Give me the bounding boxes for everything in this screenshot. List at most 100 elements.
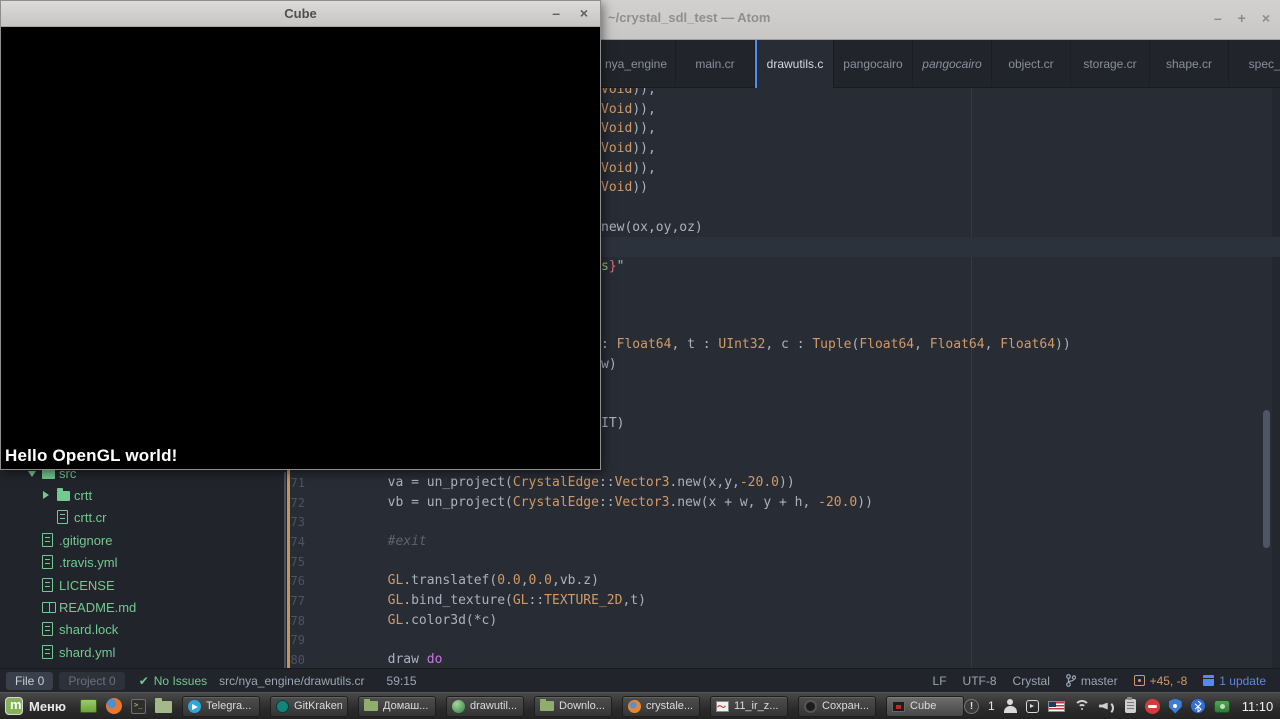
user-applet-icon[interactable]: [1003, 699, 1017, 713]
code-line-79[interactable]: 79: [287, 630, 1280, 650]
code-line-80[interactable]: 80 draw do: [287, 650, 1280, 668]
taskbar-button-Сохран[interactable]: Сохран...: [798, 695, 877, 717]
notification-icon[interactable]: !: [964, 698, 980, 714]
code-line-71[interactable]: 71 va = un_project(CrystalEdge::Vector3.n…: [287, 473, 1280, 493]
taskbar-button-GitKraken[interactable]: GitKraken: [270, 695, 349, 717]
linter-project-tab[interactable]: Project 0: [59, 671, 125, 690]
tree-item-.gitignore[interactable]: .gitignore: [0, 530, 287, 552]
file-icon: [57, 510, 68, 525]
linter-file-tab[interactable]: File 0: [6, 671, 54, 690]
taskbar-button-Cube[interactable]: Cube: [886, 695, 965, 717]
volume-icon[interactable]: [1099, 700, 1116, 715]
linter-status[interactable]: ✔ No Issues: [139, 674, 207, 688]
taskbar-button-Downlo[interactable]: Downlo...: [534, 695, 613, 717]
code-line-72[interactable]: 72 vb = un_project(CrystalEdge::Vector3.n…: [287, 493, 1280, 513]
tab-pangocairo[interactable]: pangocairo: [834, 40, 913, 88]
tree-item-LICENSE[interactable]: LICENSE: [0, 575, 287, 597]
tab-storage.cr[interactable]: storage.cr: [1071, 40, 1150, 88]
shield-icon[interactable]: [1168, 698, 1182, 714]
clock[interactable]: 11:10: [1242, 699, 1274, 714]
package-updates[interactable]: 1 update: [1203, 674, 1266, 688]
code-line-77[interactable]: 77 GL.bind_texture(GL::TEXTURE_2D,t): [287, 591, 1280, 611]
show-desktop-icon[interactable]: [80, 699, 98, 713]
menu-label: Меню: [29, 698, 67, 714]
tree-item-label: crtt.cr: [74, 510, 107, 526]
code-text: vb = un_project(CrystalEdge::Vector3.new…: [387, 494, 873, 510]
opengl-viewport[interactable]: Hello OpenGL world!: [1, 27, 600, 469]
tab-spec_h[interactable]: spec_h: [1229, 40, 1280, 88]
tab-pangocairo[interactable]: pangocairo: [913, 40, 992, 88]
code-text: GL.color3d(*c): [387, 612, 498, 628]
clipboard-icon[interactable]: [1124, 697, 1136, 713]
line-number: 80: [290, 652, 305, 667]
firefox-icon[interactable]: [106, 698, 123, 714]
cursor-position[interactable]: 59:15: [387, 674, 417, 688]
tree-item-crtt.cr[interactable]: crtt.cr: [0, 507, 287, 529]
atom-close-button[interactable]: ×: [1262, 9, 1270, 27]
terminal-icon[interactable]: [131, 698, 147, 714]
device-applet-icon[interactable]: [1025, 699, 1039, 713]
telegram-icon: [188, 699, 202, 713]
files-icon[interactable]: [155, 698, 173, 713]
taskbar-button-Telegra[interactable]: Telegra...: [182, 695, 261, 717]
taskbar-button-11_ir_z[interactable]: 11_ir_z...: [710, 695, 789, 717]
line-number: 71: [290, 476, 305, 490]
tree-item-shard.yml[interactable]: shard.yml: [0, 642, 287, 664]
code-line-73[interactable]: 73: [287, 512, 1280, 532]
file-path[interactable]: src/nya_engine/drawutils.cr: [219, 674, 364, 688]
tab-drawutils.c[interactable]: drawutils.c: [755, 40, 834, 88]
menu-button[interactable]: Меню: [0, 693, 74, 719]
tab-object.cr[interactable]: object.cr: [992, 40, 1071, 88]
taskbar-button-label: 11_ir_z...: [734, 700, 779, 712]
grammar-indicator[interactable]: Crystal: [1013, 674, 1050, 688]
atom-minimize-button[interactable]: –: [1214, 9, 1222, 27]
code-line-76[interactable]: 76 GL.translatef(0.0,0.0,vb.z): [287, 571, 1280, 591]
check-icon: ✔: [138, 673, 149, 688]
image-icon: [716, 700, 730, 713]
tab-main.cr[interactable]: main.cr: [676, 40, 755, 88]
atom-window-title: ~/crystal_sdl_test — Atom: [608, 10, 771, 25]
tree-item-label: crtt: [74, 488, 93, 503]
code-text: : Float64, t : UInt32, c : Tuple(Float64…: [601, 337, 1071, 353]
cube-titlebar[interactable]: Cube – ×: [1, 1, 600, 27]
code-line-74[interactable]: 74 #exit: [287, 532, 1280, 552]
quick-launch: [80, 698, 173, 714]
opengl-message: Hello OpenGL world!: [5, 446, 178, 465]
chevron-right-icon[interactable]: [43, 491, 49, 499]
tree-item-crtt[interactable]: crtt: [0, 485, 287, 507]
diff-icon: [1133, 675, 1145, 686]
git-diff-counts[interactable]: +45, -8: [1133, 674, 1187, 688]
tree-item-label: README.md: [59, 600, 137, 615]
code-text: w): [601, 357, 617, 373]
tab-nya_engine[interactable]: nya_engine: [597, 40, 676, 88]
cube-window: Cube – × Hello OpenGL world!: [0, 0, 601, 470]
taskbar-button-Домаш[interactable]: Домаш...: [358, 695, 437, 717]
tab-shape.cr[interactable]: shape.cr: [1150, 40, 1229, 88]
code-text: Void)),: [601, 121, 656, 137]
cube-window-title: Cube: [284, 6, 317, 21]
tree-item-label: shard.yml: [59, 644, 116, 660]
taskbar-button-drawutil[interactable]: drawutil...: [446, 695, 525, 717]
code-line-75[interactable]: 75: [287, 552, 1280, 572]
keyboard-layout-us-icon[interactable]: [1047, 700, 1065, 712]
code-text: new(ox,oy,oz): [601, 219, 703, 235]
git-branch[interactable]: master: [1065, 674, 1118, 688]
tree-item-.travis.yml[interactable]: .travis.yml: [0, 552, 287, 574]
chevron-down-icon[interactable]: [28, 470, 36, 477]
sync-applet-icon[interactable]: [1144, 698, 1160, 714]
cube-minimize-button[interactable]: –: [552, 5, 560, 21]
code-text: draw do: [387, 651, 443, 667]
code-text: s}": [601, 258, 625, 274]
bluetooth-icon[interactable]: [1190, 699, 1205, 713]
wifi-icon[interactable]: [1073, 700, 1090, 712]
atom-maximize-button[interactable]: +: [1238, 9, 1246, 27]
wallet-applet-icon[interactable]: [1213, 699, 1230, 713]
cube-close-button[interactable]: ×: [580, 5, 588, 21]
encoding-indicator[interactable]: UTF-8: [963, 674, 997, 688]
tree-item-README.md[interactable]: README.md: [0, 597, 287, 619]
line-ending-indicator[interactable]: LF: [933, 674, 947, 688]
code-line-78[interactable]: 78 GL.color3d(*c): [287, 611, 1280, 631]
taskbar-button-crystale[interactable]: crystale...: [622, 695, 701, 717]
cubewin-icon: [892, 700, 906, 712]
tree-item-shard.lock[interactable]: shard.lock: [0, 619, 287, 641]
